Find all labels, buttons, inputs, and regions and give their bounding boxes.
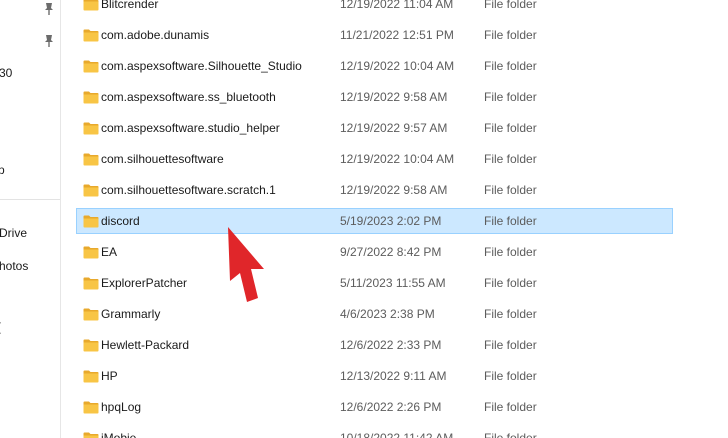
file-name[interactable]: com.aspexsoftware.Silhouette_Studio [101, 59, 302, 73]
file-type: File folder [484, 152, 537, 166]
file-date-modified: 12/19/2022 10:04 AM [340, 152, 455, 166]
file-date-modified: 11/21/2022 12:51 PM [340, 28, 454, 42]
file-name[interactable]: com.silhouettesoftware [101, 152, 224, 166]
file-name[interactable]: Grammarly [101, 307, 160, 321]
file-row[interactable]: HP 12/13/2022 9:11 AM File folder [76, 363, 673, 389]
folder-icon [83, 29, 99, 42]
file-date-modified: 12/19/2022 9:57 AM [340, 121, 448, 135]
file-row[interactable]: com.silhouettesoftware 12/19/2022 10:04 A… [76, 146, 673, 172]
navigation-pane: 30 p Drive hotos ( [0, 0, 60, 438]
file-row[interactable]: Grammarly 4/6/2023 2:38 PM File folder [76, 301, 673, 327]
arrow-annotation [228, 227, 264, 302]
file-name[interactable]: com.aspexsoftware.studio_helper [101, 121, 280, 135]
folder-icon [83, 370, 99, 383]
file-type: File folder [484, 90, 537, 104]
folder-icon [83, 215, 99, 228]
file-date-modified: 12/19/2022 9:58 AM [340, 90, 448, 104]
file-type: File folder [484, 183, 537, 197]
file-row[interactable]: iMobie 10/18/2022 11:42 AM File folder [76, 425, 673, 438]
file-type: File folder [484, 28, 537, 42]
file-name[interactable]: com.silhouettesoftware.scratch.1 [101, 183, 276, 197]
nav-item-onedrive[interactable]: Drive [0, 226, 27, 240]
file-name[interactable]: EA [101, 245, 117, 259]
folder-icon [83, 308, 99, 321]
nav-item-label[interactable]: p [0, 163, 5, 177]
file-row[interactable]: discord 5/19/2023 2:02 PM File folder [76, 208, 673, 234]
file-date-modified: 4/6/2023 2:38 PM [340, 307, 435, 321]
pin-icon[interactable] [42, 34, 56, 48]
folder-icon [83, 432, 99, 438]
file-row[interactable]: hpqLog 12/6/2022 2:26 PM File folder [76, 394, 673, 420]
file-date-modified: 12/6/2022 2:26 PM [340, 400, 442, 414]
file-name[interactable]: iMobie [101, 431, 136, 438]
nav-item-photos[interactable]: hotos [0, 259, 28, 273]
file-name[interactable]: ExplorerPatcher [101, 276, 187, 290]
nav-item-label[interactable]: 30 [0, 66, 12, 80]
file-row[interactable]: com.aspexsoftware.ss_bluetooth 12/19/2022… [76, 84, 673, 110]
folder-icon [83, 184, 99, 197]
file-type: File folder [484, 307, 537, 321]
file-row[interactable]: com.aspexsoftware.Silhouette_Studio 12/19… [76, 53, 673, 79]
folder-icon [83, 0, 99, 11]
file-date-modified: 5/19/2023 2:02 PM [340, 214, 442, 228]
file-date-modified: 5/11/2023 11:55 AM [340, 276, 446, 290]
file-date-modified: 12/19/2022 10:04 AM [340, 59, 455, 73]
file-name[interactable]: Blitcrender [101, 0, 158, 11]
file-date-modified: 12/19/2022 11:04 AM [340, 0, 454, 11]
nav-separator [0, 199, 60, 200]
file-row[interactable]: EA 9/27/2022 8:42 PM File folder [76, 239, 673, 265]
file-type: File folder [484, 121, 537, 135]
file-type: File folder [484, 214, 537, 228]
folder-icon [83, 122, 99, 135]
file-date-modified: 10/18/2022 11:42 AM [340, 431, 454, 438]
file-date-modified: 12/13/2022 9:11 AM [340, 369, 447, 383]
file-type: File folder [484, 369, 537, 383]
file-row[interactable]: com.aspexsoftware.studio_helper 12/19/202… [76, 115, 673, 141]
file-type: File folder [484, 0, 537, 11]
folder-icon [83, 153, 99, 166]
file-row[interactable]: com.silhouettesoftware.scratch.1 12/19/20… [76, 177, 673, 203]
folder-icon [83, 91, 99, 104]
file-row[interactable]: com.adobe.dunamis 11/21/2022 12:51 PM File… [76, 22, 673, 48]
folder-icon [83, 339, 99, 352]
file-row[interactable]: Hewlett-Packard 12/6/2022 2:33 PM File fol… [76, 332, 673, 358]
file-name[interactable]: com.aspexsoftware.ss_bluetooth [101, 90, 276, 104]
file-name[interactable]: discord [101, 214, 140, 228]
file-type: File folder [484, 431, 537, 438]
file-type: File folder [484, 276, 537, 290]
file-date-modified: 12/19/2022 9:58 AM [340, 183, 448, 197]
folder-icon [83, 60, 99, 73]
file-name[interactable]: hpqLog [101, 400, 141, 414]
file-date-modified: 12/6/2022 2:33 PM [340, 338, 442, 352]
pin-icon[interactable] [42, 2, 56, 16]
file-row[interactable]: Blitcrender 12/19/2022 11:04 AM File folde… [76, 0, 673, 17]
folder-icon [83, 246, 99, 259]
file-row[interactable]: ExplorerPatcher 5/11/2023 11:55 AM File fo… [76, 270, 673, 296]
nav-item-label[interactable]: ( [0, 320, 1, 334]
file-type: File folder [484, 400, 537, 414]
file-list: Blitcrender 12/19/2022 11:04 AM File folde… [61, 0, 728, 438]
file-type: File folder [484, 59, 537, 73]
file-name[interactable]: HP [101, 369, 118, 383]
file-name[interactable]: com.adobe.dunamis [101, 28, 209, 42]
file-type: File folder [484, 245, 537, 259]
file-name[interactable]: Hewlett-Packard [101, 338, 189, 352]
folder-icon [83, 277, 99, 290]
file-date-modified: 9/27/2022 8:42 PM [340, 245, 442, 259]
folder-icon [83, 401, 99, 414]
file-type: File folder [484, 338, 537, 352]
